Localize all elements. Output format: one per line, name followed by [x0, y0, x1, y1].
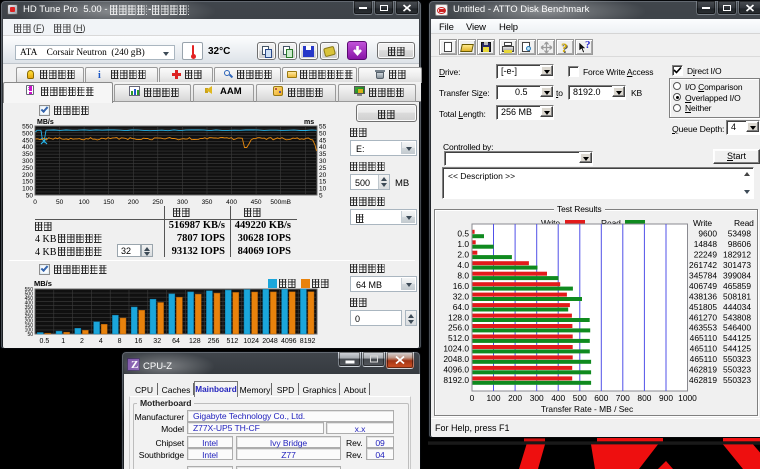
svg-text:8.0: 8.0: [457, 270, 469, 280]
svg-text:5: 5: [319, 193, 323, 200]
svg-text:543808: 543808: [723, 312, 751, 322]
svg-text:800: 800: [637, 393, 651, 403]
svg-text:546400: 546400: [723, 323, 751, 333]
svg-text:2: 2: [80, 338, 84, 345]
svg-text:4: 4: [99, 338, 103, 345]
svg-text:550323: 550323: [723, 365, 751, 375]
svg-text:8: 8: [118, 338, 122, 345]
svg-text:1024.0: 1024.0: [443, 344, 469, 354]
svg-text:8192.0: 8192.0: [443, 375, 469, 385]
svg-text:261742: 261742: [689, 260, 717, 270]
svg-text:463553: 463553: [689, 323, 717, 333]
svg-text:465859: 465859: [723, 281, 751, 291]
svg-text:32.0: 32.0: [453, 291, 470, 301]
svg-text:451805: 451805: [689, 302, 717, 312]
svg-text:544125: 544125: [723, 333, 751, 343]
svg-text:100: 100: [79, 199, 90, 206]
svg-text:4096.0: 4096.0: [443, 365, 469, 375]
svg-text:200: 200: [128, 199, 139, 206]
svg-text:508181: 508181: [723, 291, 751, 301]
svg-text:Transfer Rate - MB / Sec: Transfer Rate - MB / Sec: [541, 404, 633, 414]
svg-text:461270: 461270: [689, 312, 717, 322]
svg-text:462819: 462819: [689, 375, 717, 385]
svg-text:0.5: 0.5: [40, 338, 50, 345]
svg-text:MB/s: MB/s: [37, 119, 54, 126]
svg-text:1000: 1000: [678, 393, 697, 403]
svg-text:50: 50: [56, 199, 64, 206]
svg-text:9600: 9600: [698, 229, 717, 239]
svg-text:64.0: 64.0: [453, 302, 470, 312]
svg-text:1.0: 1.0: [457, 239, 469, 249]
svg-text:4.0: 4.0: [457, 260, 469, 270]
svg-text:350: 350: [202, 199, 213, 206]
svg-text:399084: 399084: [723, 270, 751, 280]
svg-text:550323: 550323: [723, 354, 751, 364]
svg-text:1024: 1024: [243, 338, 259, 345]
svg-text:700: 700: [616, 393, 630, 403]
svg-text:ms: ms: [304, 119, 314, 126]
svg-text:600: 600: [594, 393, 608, 403]
svg-text:256.0: 256.0: [448, 323, 469, 333]
svg-text:250: 250: [152, 199, 163, 206]
svg-text:16: 16: [135, 338, 143, 345]
svg-text:465110: 465110: [690, 333, 718, 343]
svg-text:550323: 550323: [723, 375, 751, 385]
svg-text:32: 32: [153, 338, 161, 345]
svg-text:14848: 14848: [694, 239, 718, 249]
svg-text:444034: 444034: [723, 302, 751, 312]
svg-text:50: 50: [27, 332, 33, 338]
svg-text:4096: 4096: [281, 338, 297, 345]
svg-text:406749: 406749: [689, 281, 717, 291]
svg-text:300: 300: [177, 199, 188, 206]
svg-text:182912: 182912: [723, 249, 751, 259]
svg-text:512.0: 512.0: [448, 333, 469, 343]
svg-text:465110: 465110: [690, 354, 718, 364]
svg-text:462819: 462819: [689, 365, 717, 375]
svg-text:64: 64: [172, 338, 180, 345]
svg-text:438136: 438136: [689, 291, 717, 301]
svg-text:400: 400: [551, 393, 565, 403]
svg-text:2048: 2048: [262, 338, 278, 345]
svg-text:0: 0: [470, 393, 475, 403]
svg-text:128.0: 128.0: [448, 312, 469, 322]
svg-text:8192: 8192: [300, 338, 316, 345]
svg-text:300: 300: [530, 393, 544, 403]
svg-text:150: 150: [103, 199, 114, 206]
svg-text:465110: 465110: [690, 344, 718, 354]
svg-text:53498: 53498: [728, 229, 752, 239]
svg-text:500mB: 500mB: [270, 199, 291, 206]
svg-text:0.5: 0.5: [457, 229, 469, 239]
svg-text:400: 400: [226, 199, 237, 206]
svg-text:100: 100: [487, 393, 501, 403]
svg-text:256: 256: [208, 338, 220, 345]
svg-text:544125: 544125: [723, 344, 751, 354]
svg-text:512: 512: [227, 338, 239, 345]
svg-text:16.0: 16.0: [453, 281, 470, 291]
svg-text:1: 1: [61, 338, 65, 345]
svg-text:2048.0: 2048.0: [443, 354, 469, 364]
svg-text:500: 500: [573, 393, 587, 403]
svg-text:200: 200: [508, 393, 522, 403]
svg-text:900: 900: [659, 393, 673, 403]
svg-text:98606: 98606: [728, 239, 752, 249]
svg-text:301473: 301473: [723, 260, 751, 270]
svg-text:450: 450: [251, 199, 262, 206]
svg-text:128: 128: [189, 338, 201, 345]
svg-text:22249: 22249: [694, 249, 718, 259]
svg-text:345784: 345784: [689, 270, 717, 280]
svg-text:0: 0: [33, 199, 37, 206]
svg-text:2.0: 2.0: [457, 249, 469, 259]
